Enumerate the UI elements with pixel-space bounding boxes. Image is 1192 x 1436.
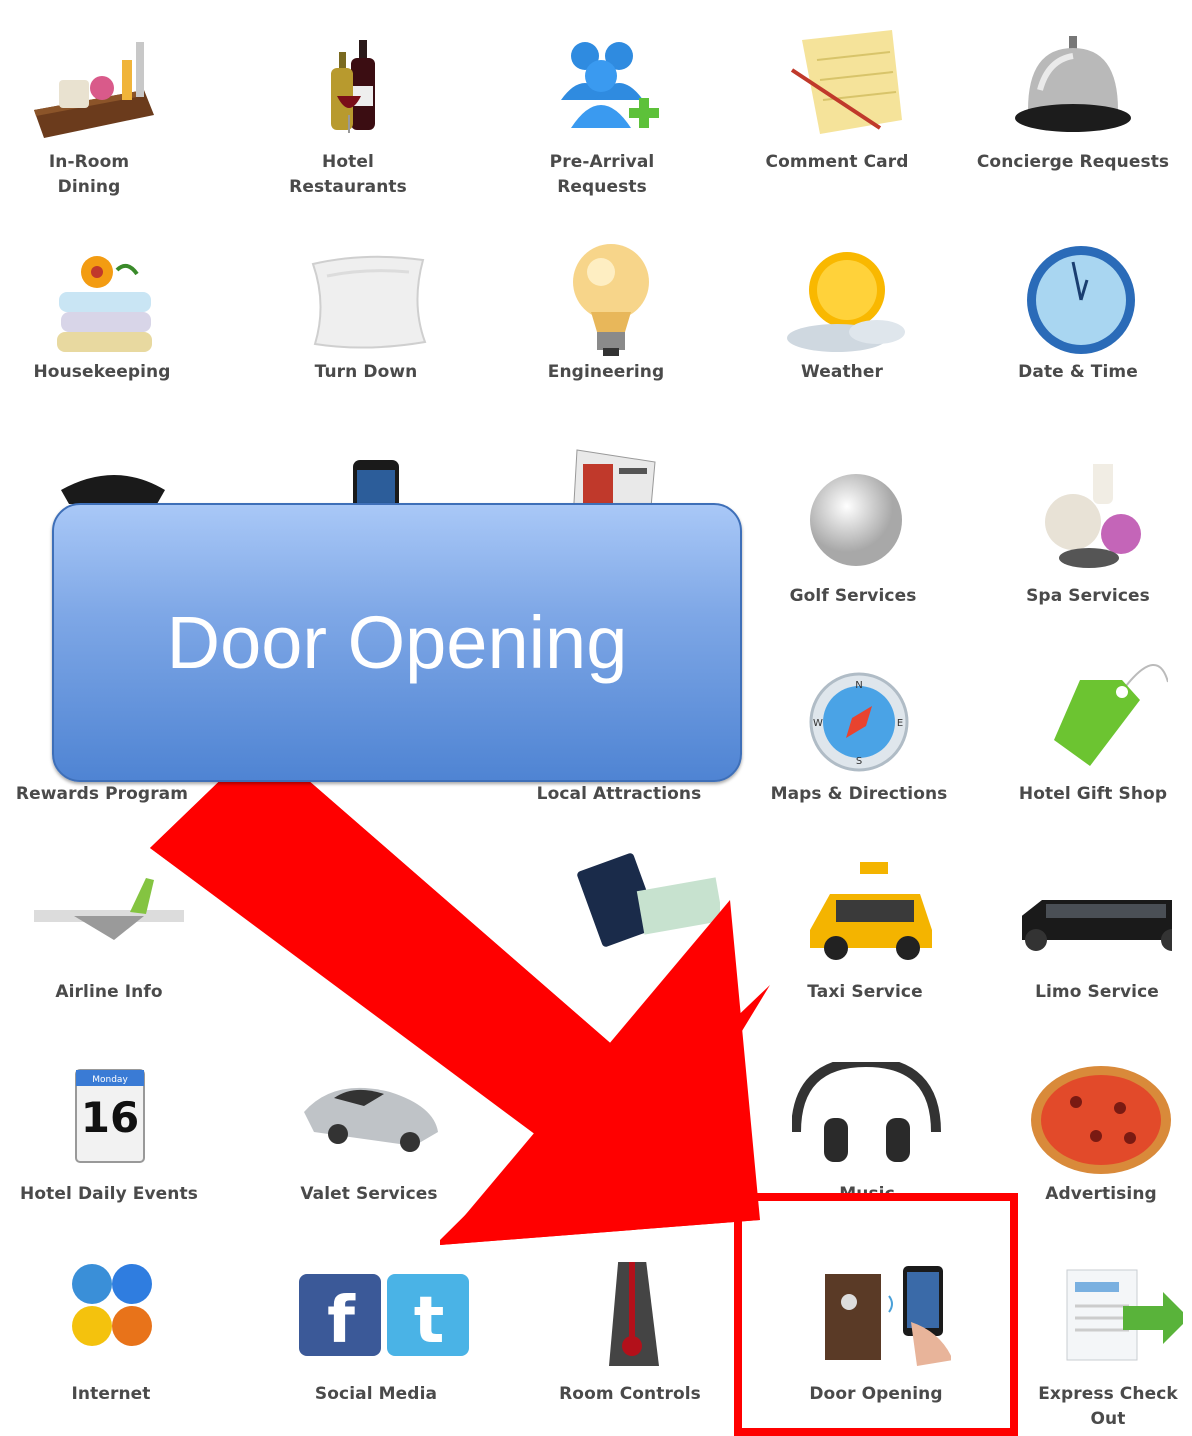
tile-label: Taxi Service <box>807 982 923 1002</box>
pizza-icon <box>1026 1062 1176 1182</box>
calendar-icon: Monday 16 <box>34 1062 184 1182</box>
tile-maps-directions[interactable]: N E S W Maps & Directions <box>754 662 964 807</box>
svg-text:t: t <box>414 1284 445 1358</box>
tile-label: Pre-Arrival Requests <box>549 152 655 197</box>
light-bulb-icon <box>531 240 681 360</box>
tile-social-media[interactable]: f t Social Media <box>271 1262 481 1407</box>
tile-passport[interactable] <box>540 850 750 970</box>
tile-label: Limo Service <box>1035 982 1159 1002</box>
highlight-box <box>734 1193 1018 1436</box>
people-add-icon <box>527 30 677 150</box>
calendar-day: Monday <box>92 1075 128 1085</box>
compass-e: E <box>897 718 903 729</box>
tile-golf-services[interactable]: Golf Services <box>748 464 958 609</box>
tile-hotel-gift-shop[interactable]: Hotel Gift Shop <box>988 662 1192 807</box>
tile-label: Airline Info <box>55 982 163 1002</box>
tile-advertising[interactable]: Advertising <box>996 1062 1192 1207</box>
tile-label: Valet Services <box>300 1184 438 1204</box>
sun-cloud-icon <box>767 240 917 360</box>
notepad-pencil-icon <box>762 30 912 150</box>
svg-text:f: f <box>327 1284 356 1358</box>
tile-label: Local Attractions <box>536 784 702 804</box>
tile-label: Date & Time <box>1018 362 1138 382</box>
airplane-icon <box>0 860 234 980</box>
tile-label: Spa Services <box>1026 586 1150 606</box>
callout-door-opening: Door Opening <box>52 503 742 782</box>
tile-hotel-daily-events[interactable]: Monday 16 Hotel Daily Events <box>4 1062 214 1207</box>
service-bell-icon <box>998 30 1148 150</box>
tile-label: Maps & Directions <box>770 784 948 804</box>
pillow-icon <box>291 240 441 360</box>
tile-comment-card[interactable]: Comment Card <box>732 30 942 175</box>
document-arrow-icon <box>1033 1262 1189 1382</box>
tile-spa-services[interactable]: Spa Services <box>983 444 1192 609</box>
callout-text: Door Opening <box>166 601 628 684</box>
tile-airline-info[interactable]: Airline Info <box>0 860 234 1005</box>
tile-label: Rewards Program <box>15 784 189 804</box>
tile-limo-service[interactable]: Limo Service <box>992 860 1192 1005</box>
tile-label: Turn Down <box>314 362 418 382</box>
tile-weather[interactable]: Weather <box>737 240 947 385</box>
tile-concierge-requests[interactable]: Concierge Requests <box>968 30 1178 175</box>
tile-label: Comment Card <box>765 152 909 172</box>
tile-turn-down[interactable]: Turn Down <box>261 240 471 385</box>
tile-express-check-out[interactable]: Express Check Out <box>1003 1262 1192 1432</box>
compass-n: N <box>855 680 862 691</box>
headphones-icon <box>791 1056 942 1182</box>
price-tag-icon <box>1018 662 1169 782</box>
golf-ball-icon <box>778 464 928 584</box>
tile-label: Express Check Out <box>1038 1384 1178 1429</box>
compass-icon: N E S W <box>784 662 934 782</box>
limousine-icon <box>1014 860 1192 980</box>
tile-label: Golf Services <box>789 586 917 606</box>
tile-label: Advertising <box>1045 1184 1157 1204</box>
tile-label: Concierge Requests <box>976 152 1170 172</box>
tile-in-room-dining[interactable]: In-Room Dining <box>0 30 194 200</box>
tile-label: Social Media <box>314 1384 438 1404</box>
tile-music[interactable]: Music <box>762 1056 972 1207</box>
towels-flower-icon <box>27 240 177 360</box>
tile-label: Hotel Restaurants <box>289 152 407 197</box>
tile-pre-arrival-requests[interactable]: Pre-Arrival Requests <box>497 30 707 200</box>
wine-bottles-icon <box>273 30 423 150</box>
compass-s: S <box>856 756 862 767</box>
tile-label: Housekeeping <box>33 362 171 382</box>
social-icons-icon: f t <box>299 1262 469 1382</box>
browsers-icon <box>36 1262 186 1382</box>
taxi-icon <box>790 860 940 980</box>
tile-internet[interactable]: Internet <box>6 1262 216 1407</box>
tile-label: Room Controls <box>559 1384 701 1404</box>
compass-w: W <box>813 718 823 729</box>
spa-bottles-icon <box>1013 444 1163 584</box>
tile-valet-services[interactable]: Valet Services <box>264 1062 474 1207</box>
tile-label: Internet <box>71 1384 151 1404</box>
tile-engineering[interactable]: Engineering <box>501 240 711 385</box>
calendar-date: 16 <box>81 1093 139 1142</box>
tile-hotel-restaurants[interactable]: Hotel Restaurants <box>243 30 453 200</box>
tile-housekeeping[interactable]: Housekeeping <box>0 240 207 385</box>
passport-icon <box>570 850 724 970</box>
thermometer-icon <box>555 1252 705 1382</box>
tile-room-controls[interactable]: Room Controls <box>525 1252 735 1407</box>
sports-car-icon <box>294 1062 444 1182</box>
dining-tray-icon <box>14 30 164 150</box>
tile-label: Hotel Gift Shop <box>1018 784 1168 804</box>
tile-label: Engineering <box>547 362 665 382</box>
tile-label: In-Room Dining <box>48 152 130 197</box>
tile-label: Weather <box>801 362 883 382</box>
tile-label: Hotel Daily Events <box>20 1184 198 1204</box>
clock-icon <box>1003 240 1153 360</box>
tile-taxi-service[interactable]: Taxi Service <box>760 860 970 1005</box>
tile-date-time[interactable]: Date & Time <box>973 240 1183 385</box>
